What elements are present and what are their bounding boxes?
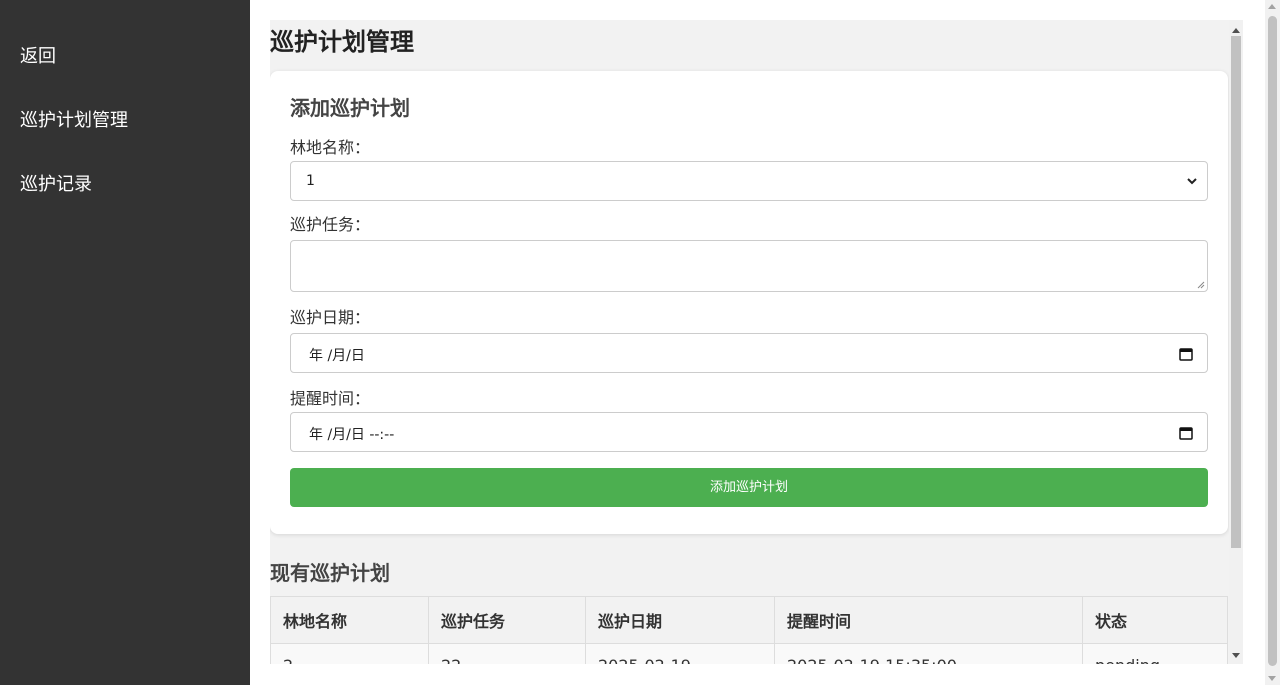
- cell-forest-name: 2: [270, 643, 429, 664]
- column-header-forest-name: 林地名称: [270, 596, 429, 644]
- calendar-icon[interactable]: [1179, 347, 1193, 361]
- column-header-patrol-task: 巡护任务: [428, 596, 586, 644]
- sidebar: 返回 巡护计划管理 巡护记录: [0, 0, 250, 685]
- sidebar-item-patrol-plan-management[interactable]: 巡护计划管理: [20, 106, 128, 132]
- patrol-task-textarea[interactable]: [290, 240, 1208, 292]
- page-scroll-down-arrow-icon[interactable]: [1268, 676, 1276, 681]
- patrol-date-label: 巡护日期：: [290, 308, 371, 327]
- page-title: 巡护计划管理: [270, 28, 414, 56]
- resize-grip-icon[interactable]: [1197, 281, 1205, 289]
- forest-name-select[interactable]: 1: [290, 161, 1208, 201]
- page-scrollbar-thumb[interactable]: [1268, 16, 1277, 666]
- content-scrollbar[interactable]: [1229, 20, 1243, 664]
- reminder-time-label: 提醒时间：: [290, 389, 371, 408]
- add-plan-title: 添加巡护计划: [290, 96, 410, 120]
- page-scrollbar[interactable]: [1265, 0, 1280, 685]
- column-header-status: 状态: [1082, 596, 1228, 644]
- scroll-up-arrow-icon[interactable]: [1232, 28, 1240, 33]
- table-header-row: 林地名称 巡护任务 巡护日期 提醒时间 状态: [270, 596, 1228, 644]
- cell-patrol-task: 22: [428, 643, 586, 664]
- reminder-time-input[interactable]: 年 /月/日 --:--: [290, 412, 1208, 452]
- add-plan-button[interactable]: 添加巡护计划: [290, 468, 1208, 507]
- forest-name-selected-value: 1: [306, 173, 315, 189]
- reminder-time-placeholder: 年 /月/日 --:--: [309, 427, 395, 443]
- forest-name-label: 林地名称：: [290, 138, 371, 157]
- add-plan-card: 添加巡护计划 林地名称： 1 巡护任务： 巡护日期： 年 /月/日 提醒时间： …: [270, 71, 1228, 534]
- cell-status: pending: [1082, 643, 1228, 664]
- page-scroll-up-arrow-icon[interactable]: [1268, 4, 1276, 9]
- chevron-down-icon: [1187, 178, 1197, 185]
- content-frame: 巡护计划管理 添加巡护计划 林地名称： 1 巡护任务： 巡护日期： 年 /月/日…: [270, 20, 1243, 664]
- patrol-date-input[interactable]: 年 /月/日: [290, 333, 1208, 373]
- table-row: 2 22 2025-02-19 2025-02-19 15:35:00 pend…: [270, 643, 1228, 664]
- patrol-date-placeholder: 年 /月/日: [309, 348, 365, 364]
- sidebar-item-patrol-records[interactable]: 巡护记录: [20, 170, 92, 196]
- cell-reminder-time: 2025-02-19 15:35:00: [774, 643, 1083, 664]
- column-header-reminder-time: 提醒时间: [774, 596, 1083, 644]
- existing-plans-table: 林地名称 巡护任务 巡护日期 提醒时间 状态 2 22 2025-02-19 2…: [270, 596, 1228, 664]
- column-header-patrol-date: 巡护日期: [585, 596, 775, 644]
- calendar-icon[interactable]: [1179, 426, 1193, 440]
- patrol-task-label: 巡护任务：: [290, 215, 371, 234]
- scroll-down-arrow-icon[interactable]: [1232, 653, 1240, 658]
- cell-patrol-date: 2025-02-19: [585, 643, 775, 664]
- sidebar-item-back[interactable]: 返回: [20, 42, 56, 68]
- existing-plans-title: 现有巡护计划: [270, 561, 390, 585]
- scrollbar-thumb[interactable]: [1231, 36, 1241, 548]
